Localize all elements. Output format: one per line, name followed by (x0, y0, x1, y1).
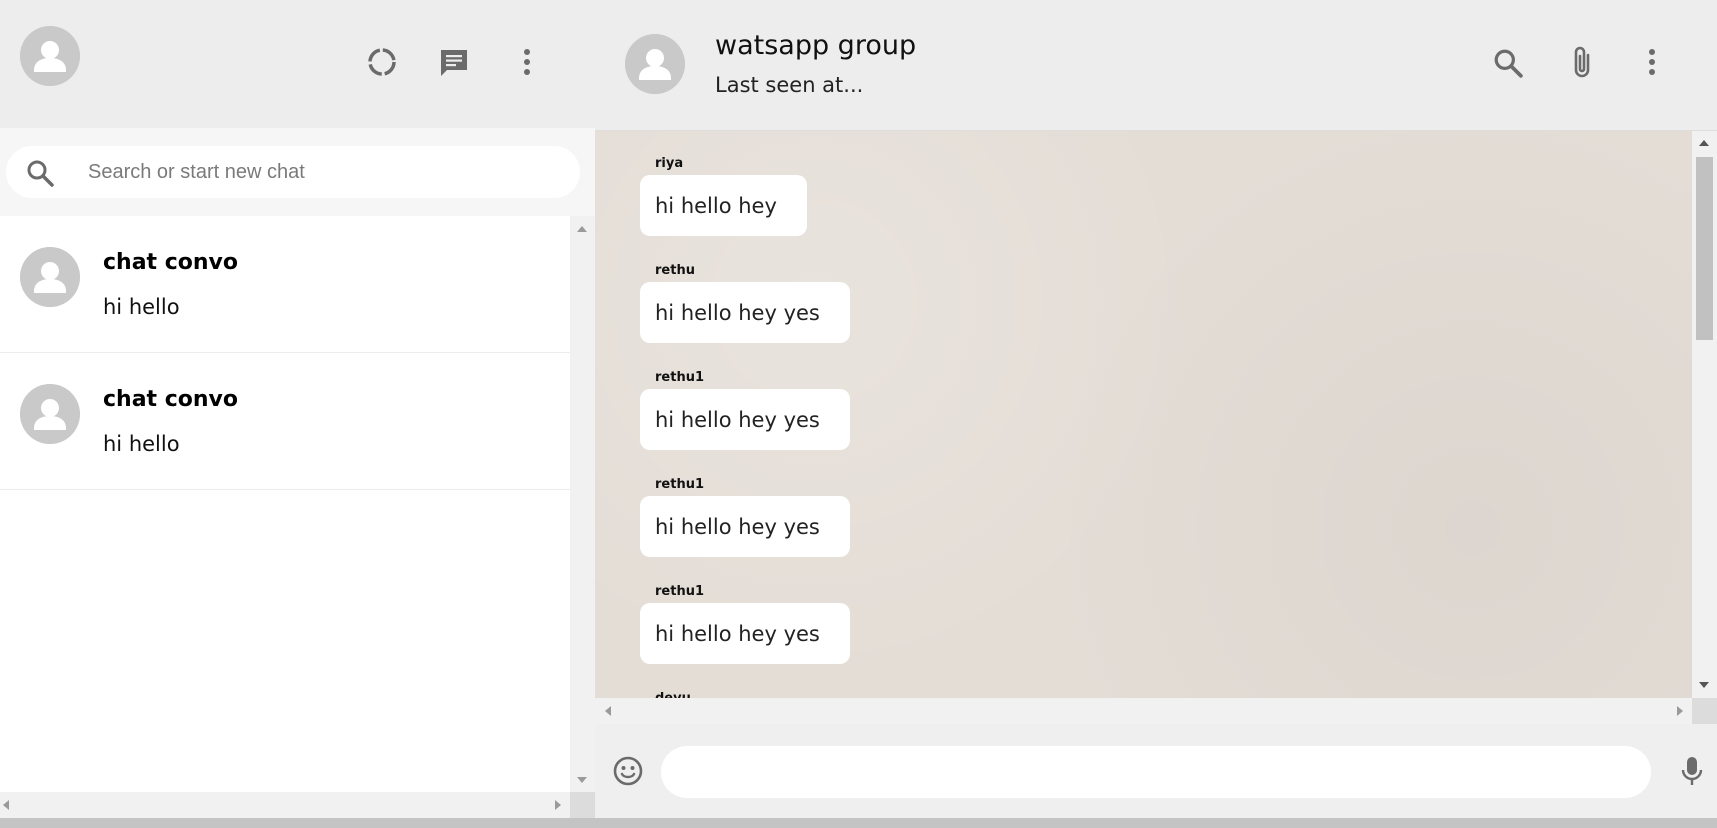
conversation-pane: watsapp group Last seen at... riya hi he… (595, 0, 1717, 818)
status-ring-icon (368, 48, 396, 76)
scrollbar-corner (570, 792, 595, 818)
window-bottom-edge (0, 818, 1717, 828)
chat-list-item[interactable]: chat convo hi hello (0, 216, 570, 353)
message-sender: rethu1 (655, 477, 704, 492)
conversation-title[interactable]: watsapp group (715, 30, 916, 61)
vertical-dots-icon (524, 49, 530, 75)
search-input[interactable] (88, 146, 568, 198)
new-chat-button[interactable] (436, 44, 472, 80)
user-avatar-icon (20, 384, 80, 444)
message-sender: rethu1 (655, 370, 704, 385)
whatsapp-clone-app: chat convo hi hello chat convo hi hello (0, 0, 1717, 818)
message-input[interactable] (661, 746, 1651, 798)
chat-list-vertical-scrollbar[interactable] (570, 216, 595, 792)
chat-name: chat convo (103, 250, 238, 275)
chat-message-icon (441, 50, 467, 76)
chat-name: chat convo (103, 387, 238, 412)
user-avatar-icon (625, 34, 685, 94)
chat-list-horizontal-scrollbar[interactable] (0, 792, 570, 818)
search-box[interactable] (6, 146, 580, 198)
scroll-up-arrow-icon[interactable] (577, 226, 587, 232)
scroll-left-arrow-icon[interactable] (605, 706, 611, 716)
scroll-left-arrow-icon[interactable] (3, 800, 9, 810)
voice-message-button[interactable] (1677, 754, 1707, 788)
user-avatar-icon (20, 247, 80, 307)
chat-last-message: hi hello (103, 295, 180, 319)
search-icon (1494, 49, 1523, 78)
sidebar: chat convo hi hello chat convo hi hello (0, 0, 595, 818)
chat-list-item[interactable]: chat convo hi hello (0, 353, 570, 490)
attach-button[interactable] (1565, 44, 1599, 82)
scroll-right-arrow-icon[interactable] (555, 800, 561, 810)
search-area (0, 128, 595, 216)
microphone-icon (1681, 757, 1703, 785)
message-bubble: hi hello hey yes (640, 282, 850, 343)
emoji-icon (613, 756, 643, 786)
message-sender: riya (655, 156, 684, 171)
scroll-down-arrow-icon[interactable] (577, 777, 587, 783)
search-icon (27, 160, 54, 187)
message-area[interactable]: riya hi hello hey rethu hi hello hey yes… (595, 131, 1692, 698)
conversation-menu-button[interactable] (1639, 44, 1665, 80)
scrollbar-thumb[interactable] (1696, 157, 1713, 340)
conversation-last-seen: Last seen at... (715, 73, 864, 97)
paperclip-icon (1574, 46, 1590, 78)
message-bubble: hi hello hey yes (640, 389, 850, 450)
chat-avatar (20, 247, 80, 307)
message-area-vertical-scrollbar[interactable] (1692, 131, 1717, 698)
message-sender: rethu1 (655, 584, 704, 599)
message-area-horizontal-scrollbar[interactable] (595, 698, 1692, 724)
message-bubble: hi hello hey (640, 175, 807, 236)
scrollbar-corner (1692, 698, 1717, 724)
message-sender: rethu (655, 263, 695, 278)
conversation-header: watsapp group Last seen at... (595, 0, 1717, 131)
status-button[interactable] (364, 44, 400, 80)
sidebar-menu-button[interactable] (514, 44, 540, 80)
message-composer (595, 724, 1717, 818)
chat-list: chat convo hi hello chat convo hi hello (0, 216, 570, 792)
scroll-down-arrow-icon[interactable] (1699, 682, 1709, 688)
chat-last-message: hi hello (103, 432, 180, 456)
user-avatar-icon (20, 26, 80, 86)
search-messages-button[interactable] (1491, 46, 1525, 80)
sidebar-header (0, 0, 595, 128)
user-avatar[interactable] (20, 26, 80, 86)
message-sender: devu (655, 691, 691, 698)
scroll-up-arrow-icon[interactable] (1699, 140, 1709, 146)
message-bubble: hi hello hey yes (640, 496, 850, 557)
scroll-right-arrow-icon[interactable] (1677, 706, 1683, 716)
emoji-button[interactable] (611, 754, 645, 788)
vertical-dots-icon (1649, 49, 1655, 75)
chat-avatar (20, 384, 80, 444)
group-avatar[interactable] (625, 34, 685, 94)
message-bubble: hi hello hey yes (640, 603, 850, 664)
